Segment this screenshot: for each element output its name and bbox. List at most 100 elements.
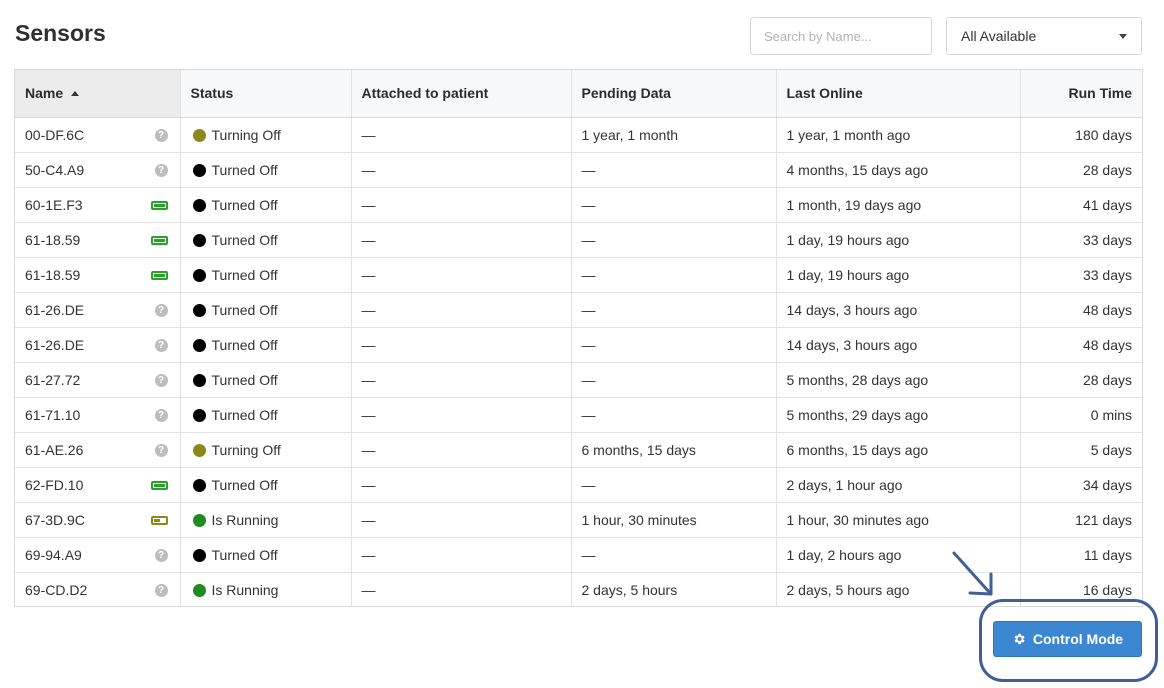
help-icon: ? <box>154 373 168 387</box>
attached-to-patient-cell: — <box>351 117 572 153</box>
run-time-cell: 121 days <box>1020 502 1142 538</box>
status-dot-icon <box>192 338 206 352</box>
search-input[interactable] <box>750 17 932 55</box>
column-header-run-time[interactable]: Run Time <box>1020 70 1142 118</box>
pending-data-cell: — <box>571 152 777 188</box>
pending-data-cell: — <box>571 222 777 258</box>
pending-data-cell: — <box>571 292 777 328</box>
sensor-name: 61-26.DE <box>25 301 85 318</box>
sensor-name-cell: 61-AE.26? <box>15 432 181 468</box>
table-row[interactable]: 61-18.59 Turned Off — —1 day, 19 hours ago 3… <box>15 257 1142 293</box>
status-dot-icon <box>192 128 206 142</box>
pending-data-cell: — <box>571 327 777 363</box>
last-online-cell: 1 day, 19 hours ago <box>776 257 1021 293</box>
pending-data-cell: — <box>571 187 777 223</box>
page-title: Sensors <box>15 20 106 46</box>
sensor-name: 62-FD.10 <box>25 476 84 493</box>
table-row[interactable]: 50-C4.A9? Turned Off — —4 months, 15 days a… <box>15 152 1142 188</box>
table-row[interactable]: 61-27.72? Turned Off — —5 months, 28 days a… <box>15 362 1142 398</box>
run-time-cell: 28 days <box>1020 362 1142 398</box>
status-dot-icon <box>192 408 206 422</box>
pending-data-cell: — <box>571 537 777 573</box>
help-icon: ? <box>154 408 168 422</box>
sensor-name: 60-1E.F3 <box>25 196 83 213</box>
availability-filter-select[interactable]: All Available <box>946 17 1142 55</box>
run-time-cell: 33 days <box>1020 222 1142 258</box>
column-header-last-online[interactable]: Last Online <box>776 70 1021 118</box>
status-dot-icon <box>192 373 206 387</box>
pending-data-cell: — <box>571 362 777 398</box>
sort-ascending-icon <box>71 91 80 97</box>
table-row[interactable]: 61-26.DE? Turned Off — —14 days, 3 hours ag… <box>15 292 1142 328</box>
run-time-cell: 34 days <box>1020 467 1142 503</box>
table-row[interactable]: 61-71.10? Turned Off — —5 months, 29 days a… <box>15 397 1142 433</box>
sensor-name: 50-C4.A9 <box>25 161 85 178</box>
run-time-cell: 33 days <box>1020 257 1142 293</box>
sensor-name-cell: 69-CD.D2? <box>15 572 181 607</box>
status-dot-icon <box>192 268 206 282</box>
sensor-name-cell: 60-1E.F3 <box>15 187 181 223</box>
control-mode-button[interactable]: Control Mode <box>993 621 1142 657</box>
status-text: Turning Off <box>211 126 281 143</box>
run-time-cell: 41 days <box>1020 187 1142 223</box>
status-cell: Turned Off <box>180 222 352 258</box>
status-text: Turned Off <box>211 476 278 493</box>
sensor-name: 61-27.72 <box>25 371 81 388</box>
last-online-cell: 14 days, 3 hours ago <box>776 327 1021 363</box>
sensor-name: 61-26.DE <box>25 336 85 353</box>
table-row[interactable]: 61-26.DE? Turned Off — —14 days, 3 hours ag… <box>15 327 1142 363</box>
sensor-name-cell: 61-26.DE? <box>15 327 181 363</box>
sensor-name: 69-CD.D2 <box>25 581 88 598</box>
pending-data-cell: — <box>571 467 777 503</box>
status-dot-icon <box>192 478 206 492</box>
column-header-pending-data[interactable]: Pending Data <box>571 70 777 118</box>
gear-icon <box>1012 632 1026 646</box>
status-dot-icon <box>192 303 206 317</box>
battery-full-icon <box>150 269 168 280</box>
battery-full-icon <box>150 234 168 245</box>
help-icon: ? <box>154 303 168 317</box>
battery-full-icon <box>150 479 168 490</box>
status-text: Turned Off <box>211 336 278 353</box>
run-time-cell: 5 days <box>1020 432 1142 468</box>
run-time-cell: 28 days <box>1020 152 1142 188</box>
table-row[interactable]: 67-3D.9C Is Running —1 hour, 30 minutes 1 h… <box>15 502 1142 538</box>
status-cell: Turned Off <box>180 292 352 328</box>
status-text: Turned Off <box>211 266 278 283</box>
status-text: Turning Off <box>211 441 281 458</box>
table-row[interactable]: 60-1E.F3 Turned Off — —1 month, 19 days ago… <box>15 187 1142 223</box>
column-header-name[interactable]: Name <box>15 70 181 118</box>
status-cell: Turned Off <box>180 537 352 573</box>
sensor-name: 61-71.10 <box>25 406 81 423</box>
help-icon: ? <box>154 128 168 142</box>
table-row[interactable]: 61-18.59 Turned Off — —1 day, 19 hours ago 3… <box>15 222 1142 258</box>
last-online-cell: 14 days, 3 hours ago <box>776 292 1021 328</box>
last-online-cell: 5 months, 29 days ago <box>776 397 1021 433</box>
status-text: Turned Off <box>211 406 278 423</box>
sensor-name-cell: 61-71.10? <box>15 397 181 433</box>
table-row[interactable]: 61-AE.26? Turning Off —6 months, 15 days 6 … <box>15 432 1142 468</box>
table-row[interactable]: 62-FD.10 Turned Off — —2 days, 1 hour ago 34… <box>15 467 1142 503</box>
sensor-name-cell: 67-3D.9C <box>15 502 181 538</box>
sensor-name: 61-18.59 <box>25 231 81 248</box>
status-dot-icon <box>192 513 206 527</box>
sensor-name: 67-3D.9C <box>25 511 85 528</box>
table-row[interactable]: 00-DF.6C? Turning Off —1 year, 1 month 1 ye… <box>15 117 1142 153</box>
status-cell: Turned Off <box>180 152 352 188</box>
column-header-status[interactable]: Status <box>180 70 352 118</box>
column-header-attached-to-patient[interactable]: Attached to patient <box>351 70 572 118</box>
run-time-cell: 180 days <box>1020 117 1142 153</box>
run-time-cell: 48 days <box>1020 327 1142 363</box>
run-time-cell: 0 mins <box>1020 397 1142 433</box>
pending-data-cell: — <box>571 397 777 433</box>
status-text: Is Running <box>211 511 279 528</box>
status-cell: Turning Off <box>180 432 352 468</box>
last-online-cell: 1 day, 19 hours ago <box>776 222 1021 258</box>
attached-to-patient-cell: — <box>351 257 572 293</box>
pending-data-cell: 1 hour, 30 minutes <box>571 502 777 538</box>
attached-to-patient-cell: — <box>351 572 572 607</box>
sensors-table: Name Status Attached to patient Pending … <box>14 69 1143 607</box>
attached-to-patient-cell: — <box>351 432 572 468</box>
sensor-name: 61-AE.26 <box>25 441 84 458</box>
pending-data-cell: 2 days, 5 hours <box>571 572 777 607</box>
